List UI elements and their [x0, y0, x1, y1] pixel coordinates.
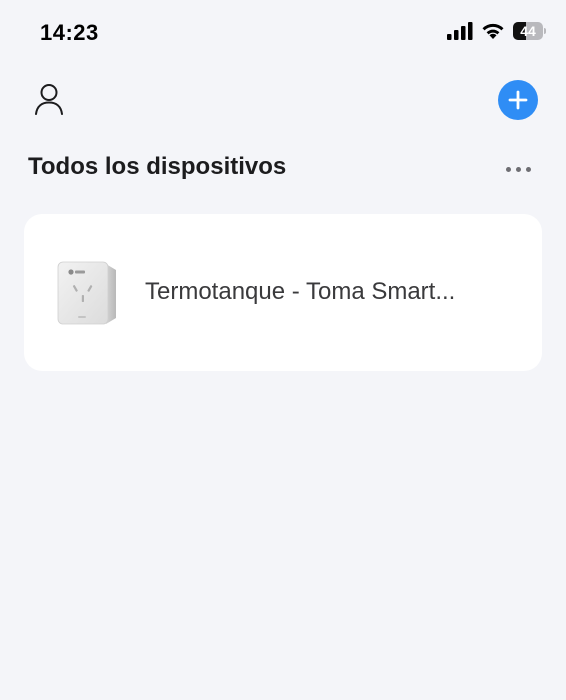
battery-level: 44 — [520, 23, 536, 39]
ellipsis-dot — [525, 166, 531, 172]
plus-icon — [508, 90, 528, 110]
battery-icon: 44 — [513, 22, 546, 40]
battery-tip — [544, 28, 546, 34]
device-card[interactable]: Termotanque - Toma Smart... — [24, 214, 542, 371]
device-name: Termotanque - Toma Smart... — [145, 278, 456, 305]
status-icons: 44 — [447, 22, 546, 40]
person-icon — [35, 84, 63, 115]
section-title: Todos los dispositivos — [28, 153, 287, 180]
status-time: 14:23 — [40, 20, 99, 45]
signal-icon — [447, 22, 473, 40]
profile-button[interactable] — [28, 78, 70, 120]
ellipsis-dot — [515, 166, 521, 172]
more-options-button[interactable] — [498, 156, 538, 182]
battery-body: 44 — [513, 22, 543, 40]
add-device-button[interactable] — [498, 80, 538, 120]
status-bar: 14:23 44 — [0, 0, 566, 70]
ellipsis-icon — [505, 166, 511, 172]
smart-plug-icon — [57, 261, 116, 325]
wifi-icon — [482, 23, 504, 39]
